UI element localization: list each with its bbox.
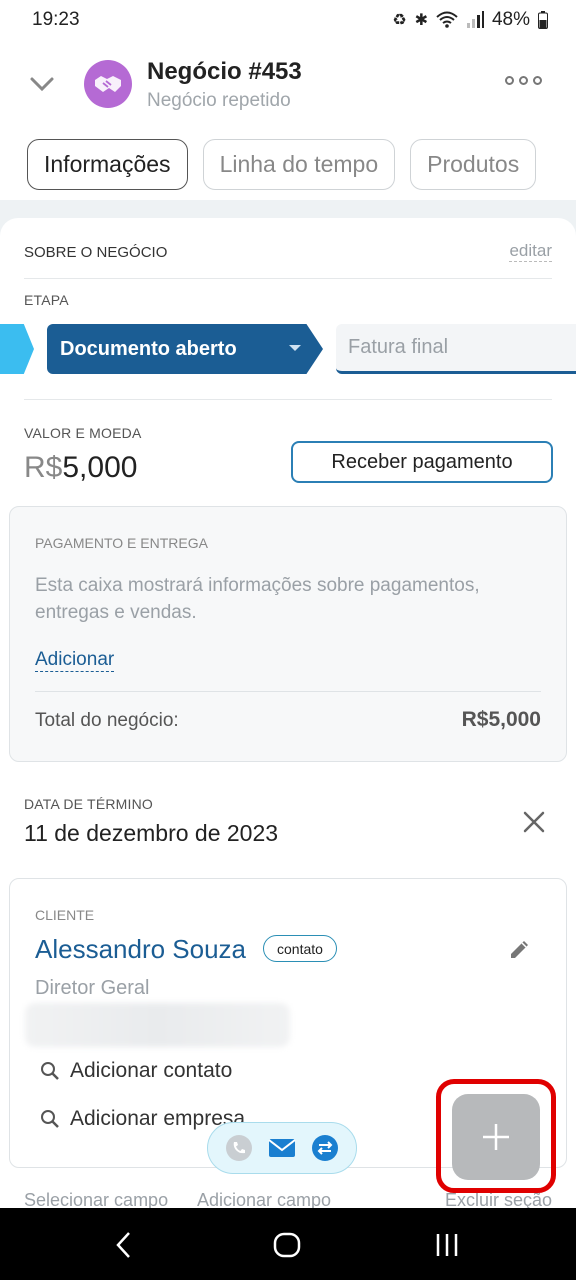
tab-informacoes[interactable]: Informações <box>27 139 188 190</box>
system-nav-bar <box>0 1208 576 1280</box>
client-name[interactable]: Alessandro Souza <box>35 934 246 965</box>
status-icons: ♻ ✱ 48% <box>392 9 548 31</box>
status-bar: 19:23 ♻ ✱ 48% <box>0 0 576 40</box>
recycle-icon: ♻ <box>392 12 407 29</box>
back-icon[interactable] <box>110 1230 140 1260</box>
divider <box>24 278 552 279</box>
deal-title: Negócio #453 <box>147 58 302 85</box>
stage-previous[interactable] <box>0 324 34 374</box>
add-contact-label: Adicionar contato <box>70 1059 233 1082</box>
total-label: Total do negócio: <box>35 710 179 731</box>
search-icon <box>41 1110 59 1128</box>
edit-link[interactable]: editar <box>509 241 552 262</box>
chat-transfer-icon[interactable] <box>310 1133 340 1163</box>
phone-icon[interactable] <box>224 1133 254 1163</box>
deal-amount: R$5,000 <box>24 451 137 485</box>
tab-linha-do-tempo[interactable]: Linha do tempo <box>202 139 396 190</box>
add-contact-row[interactable]: Adicionar contato <box>40 1059 232 1083</box>
tab-bar: Informações Linha do tempo Produtos <box>27 139 537 190</box>
signal-icon <box>466 11 484 28</box>
recents-icon[interactable] <box>433 1230 463 1260</box>
divider <box>24 399 552 400</box>
payment-label: PAGAMENTO E ENTREGA <box>35 535 208 551</box>
home-icon[interactable] <box>271 1230 303 1260</box>
battery-icon <box>538 11 548 29</box>
communication-bar <box>207 1122 357 1174</box>
value-label: VALOR E MOEDA <box>24 425 142 441</box>
add-payment-link[interactable]: Adicionar <box>35 649 115 672</box>
chevron-down-icon[interactable] <box>28 70 56 98</box>
wifi-icon <box>436 11 458 28</box>
payment-box: PAGAMENTO E ENTREGA Esta caixa mostrará … <box>9 506 567 762</box>
caret-down-icon <box>289 345 301 351</box>
end-date-label: DATA DE TÉRMINO <box>24 796 154 812</box>
end-date-value[interactable]: 11 de dezembro de 2023 <box>24 820 278 847</box>
add-fab-button[interactable] <box>452 1094 540 1180</box>
contact-badge: contato <box>263 935 337 962</box>
amount-value: 5,000 <box>62 451 138 484</box>
status-time: 19:23 <box>32 9 80 30</box>
deal-header: Negócio #453 Negócio repetido Informaçõe… <box>0 40 576 200</box>
plus-icon <box>483 1124 509 1150</box>
email-icon[interactable] <box>267 1133 297 1163</box>
details-card: SOBRE O NEGÓCIO editar ETAPA Documento a… <box>0 218 576 1218</box>
client-label: CLIENTE <box>35 907 95 923</box>
add-company-row[interactable]: Adicionar empresa <box>40 1107 245 1131</box>
divider <box>35 691 541 692</box>
tab-produtos[interactable]: Produtos <box>410 139 537 190</box>
currency-symbol: R$ <box>24 451 63 484</box>
handshake-icon <box>95 76 121 92</box>
client-role: Diretor Geral <box>35 977 150 999</box>
total-value: R$5,000 <box>461 708 541 731</box>
receive-payment-button[interactable]: Receber pagamento <box>291 441 553 483</box>
payment-description: Esta caixa mostrará informações sobre pa… <box>35 575 480 623</box>
stage-current[interactable]: Documento aberto <box>47 324 323 374</box>
deal-subtitle: Negócio repetido <box>147 90 291 111</box>
section-title: SOBRE O NEGÓCIO <box>24 244 168 261</box>
search-icon <box>41 1062 59 1080</box>
bluetooth-icon: ✱ <box>414 12 428 29</box>
battery-percent: 48% <box>491 9 530 30</box>
stage-next[interactable]: Fatura final <box>336 324 576 374</box>
close-icon[interactable] <box>520 808 548 836</box>
deal-avatar <box>84 60 132 108</box>
stage-label: ETAPA <box>24 292 69 308</box>
stage-current-label: Documento aberto <box>60 337 237 360</box>
stage-next-label: Fatura final <box>348 336 449 358</box>
more-options-icon[interactable] <box>505 76 542 85</box>
blurred-contact-info <box>25 1003 290 1047</box>
pencil-icon[interactable] <box>508 937 532 961</box>
